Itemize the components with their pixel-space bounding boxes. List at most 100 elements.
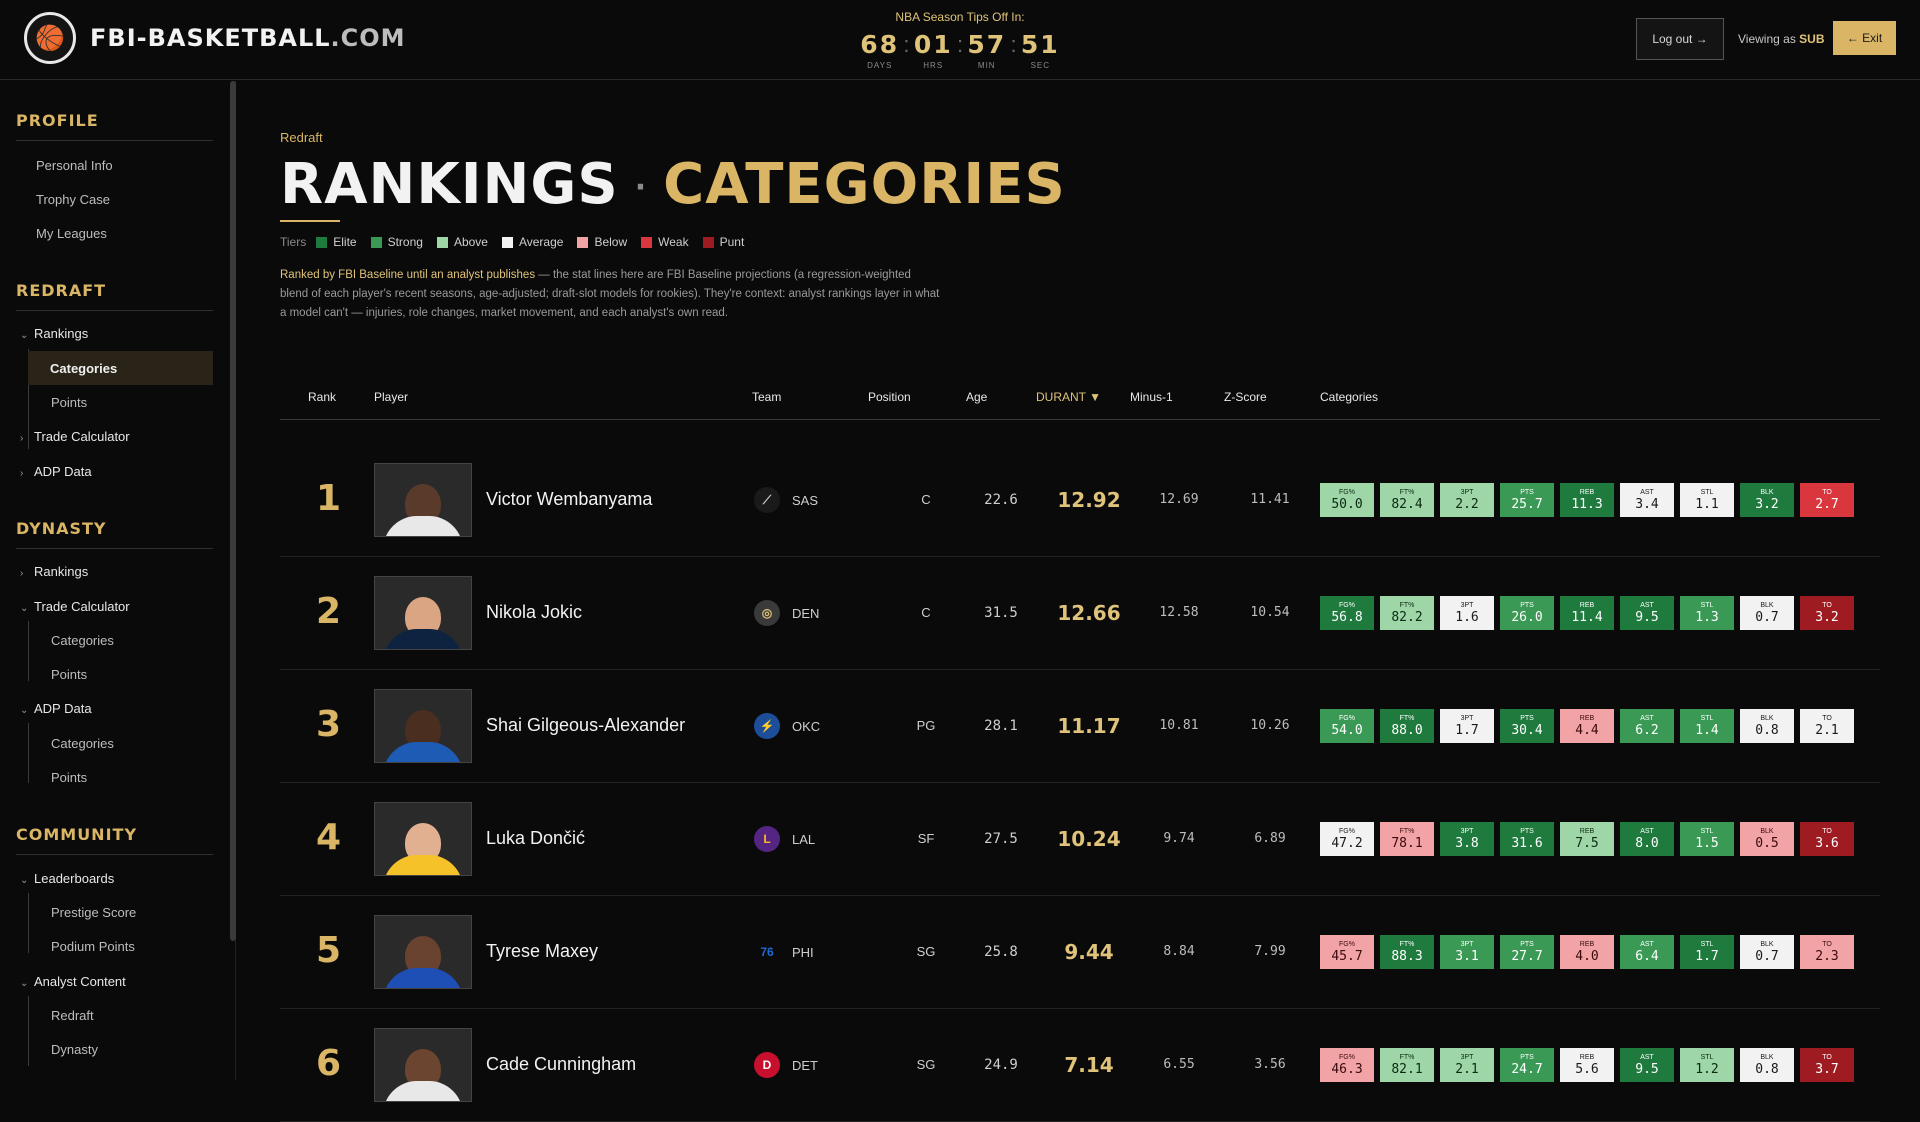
sidebar-item-redraft-trade-calculator[interactable]: › Trade Calculator [20,429,130,444]
category-cell: TO 3.7 [1800,1048,1854,1082]
category-cell: 3PT 3.8 [1440,822,1494,856]
breadcrumb[interactable]: Redraft [280,130,323,145]
site-logo[interactable]: 🏀 FBI-BASKETBALL.COM [24,12,406,64]
sidebar-item-dynasty-adp-data[interactable]: ⌄ ADP Data [20,701,92,716]
category-cell: 3PT 2.1 [1440,1048,1494,1082]
chevron-right-icon: › [20,568,24,579]
sidebar-item-redraft-points[interactable]: Points [51,395,87,410]
table-row[interactable]: 6 Cade Cunningham D DET SG 24.9 7.14 6.55 3.56 FG… [280,1009,1880,1122]
table-row[interactable]: 3 Shai Gilgeous-Alexander ⚡ OKC PG 28.1 11.17 1… [280,670,1880,783]
sidebar-scrollbar[interactable] [230,81,236,941]
header-age[interactable]: Age [966,390,987,404]
tier-swatch [316,236,328,248]
category-cell: AST 6.4 [1620,935,1674,969]
player-photo[interactable] [374,689,472,763]
basketball-logo-icon: 🏀 [24,12,76,64]
exit-button[interactable]: ← Exit [1833,21,1896,55]
player-photo[interactable] [374,1028,472,1102]
tier-swatch [370,236,382,248]
chevron-down-icon: ⌄ [20,705,29,716]
sidebar-section-redraft: REDRAFT [16,281,213,311]
sidebar-item-redraft-categories[interactable]: Categories [28,351,213,385]
sidebar-item-personal-info[interactable]: Personal Info [36,158,113,173]
category-cell: 3PT 1.7 [1440,709,1494,743]
sidebar-item-prestige-score[interactable]: Prestige Score [51,905,136,920]
team-cell: ⚡ OKC [754,713,820,739]
chevron-down-icon: ⌄ [20,603,29,614]
tier-legend-item: Average [501,235,563,249]
tier-legend: Tiers Elite Strong Above Average Below Weak Pu… [280,235,745,249]
category-cell: STL 1.2 [1680,1048,1734,1082]
category-cell: PTS 26.0 [1500,596,1554,630]
sidebar-item-leaderboards[interactable]: ⌄ Leaderboards [20,871,114,886]
player-photo[interactable] [374,802,472,876]
player-name[interactable]: Luka Dončić [486,828,585,849]
tier-legend-item: Elite [316,235,357,249]
category-cell: PTS 27.7 [1500,935,1554,969]
header-player[interactable]: Player [374,390,408,404]
category-cell: BLK 0.8 [1740,709,1794,743]
table-row[interactable]: 2 Nikola Jokic ◎ DEN C 31.5 12.66 12.58 10.54 FG%… [280,557,1880,670]
sixers-icon: 76 [754,939,780,965]
category-cell: BLK 0.8 [1740,1048,1794,1082]
zscore-cell: 11.41 [1250,492,1290,507]
category-cell: BLK 0.7 [1740,935,1794,969]
category-cell: 3PT 2.2 [1440,483,1494,517]
zscore-cell: 6.89 [1254,831,1286,846]
category-cell: PTS 25.7 [1500,483,1554,517]
sidebar-item-dynasty-trade-categories[interactable]: Categories [51,633,114,648]
player-name[interactable]: Cade Cunningham [486,1054,636,1075]
header-team[interactable]: Team [752,390,781,404]
sidebar-item-dynasty-adp-points[interactable]: Points [51,770,87,785]
category-cell: TO 2.7 [1800,483,1854,517]
category-cell: FG% 46.3 [1320,1048,1374,1082]
sidebar-item-redraft-rankings[interactable]: ⌄ Rankings [20,326,88,341]
sidebar-item-podium-points[interactable]: Podium Points [51,939,135,954]
player-name[interactable]: Tyrese Maxey [486,941,598,962]
category-cell: REB 4.0 [1560,935,1614,969]
logout-button[interactable]: Log out → [1636,18,1724,60]
sidebar-item-dynasty-trade-calculator[interactable]: ⌄ Trade Calculator [20,599,130,614]
rankings-description: Ranked by FBI Baseline until an analyst … [280,269,940,319]
category-cell: REB 5.6 [1560,1048,1614,1082]
table-row[interactable]: 5 Tyrese Maxey 76 PHI SG 25.8 9.44 8.84 7.99 FG% 4… [280,896,1880,1009]
table-row[interactable]: 1 Victor Wembanyama ⟋ SAS C 22.6 12.92 12.69 11.… [280,444,1880,557]
page-title: RANKINGS · CATEGORIES [280,152,1066,217]
category-cell: PTS 31.6 [1500,822,1554,856]
sidebar-item-my-leagues[interactable]: My Leagues [36,226,107,241]
header-minus1[interactable]: Minus-1 [1130,390,1173,404]
player-photo[interactable] [374,463,472,537]
player-photo[interactable] [374,576,472,650]
rank-number: 4 [316,817,342,858]
player-name[interactable]: Nikola Jokic [486,602,582,623]
category-cells: FG% 45.7 FT% 88.3 3PT 3.1 PTS 27.7 REB 4.0 AST 6.4 S… [1320,935,1854,969]
sidebar-item-analyst-dynasty[interactable]: Dynasty [51,1042,98,1057]
sidebar-item-dynasty-adp-categories[interactable]: Categories [51,736,114,751]
player-name[interactable]: Shai Gilgeous-Alexander [486,715,685,736]
sidebar-item-dynasty-trade-points[interactable]: Points [51,667,87,682]
table-row[interactable]: 4 Luka Dončić L LAL SF 27.5 10.24 9.74 6.89 FG% 47… [280,783,1880,896]
category-cell: AST 9.5 [1620,1048,1674,1082]
tier-legend-item: Weak [641,235,689,249]
category-cell: FT% 78.1 [1380,822,1434,856]
tier-legend-item: Above [436,235,488,249]
sidebar-item-analyst-content[interactable]: ⌄ Analyst Content [20,974,126,989]
zscore-cell: 3.56 [1254,1057,1286,1072]
player-name[interactable]: Victor Wembanyama [486,489,652,510]
team-cell: 76 PHI [754,939,814,965]
sidebar-item-redraft-adp-data[interactable]: › ADP Data [20,464,92,479]
header-rank[interactable]: Rank [308,390,336,404]
rank-number: 2 [316,591,342,632]
category-cell: FT% 82.4 [1380,483,1434,517]
sidebar-item-analyst-redraft[interactable]: Redraft [51,1008,94,1023]
sidebar-section-profile: PROFILE [16,111,213,141]
header-position[interactable]: Position [868,390,911,404]
lakers-icon: L [754,826,780,852]
tier-swatch [702,236,714,248]
header-durant-sorted[interactable]: DURANT ▼ [1036,390,1101,404]
category-cell: BLK 3.2 [1740,483,1794,517]
header-zscore[interactable]: Z-Score [1224,390,1267,404]
sidebar-item-dynasty-rankings[interactable]: › Rankings [20,564,88,579]
sidebar-item-trophy-case[interactable]: Trophy Case [36,192,110,207]
player-photo[interactable] [374,915,472,989]
